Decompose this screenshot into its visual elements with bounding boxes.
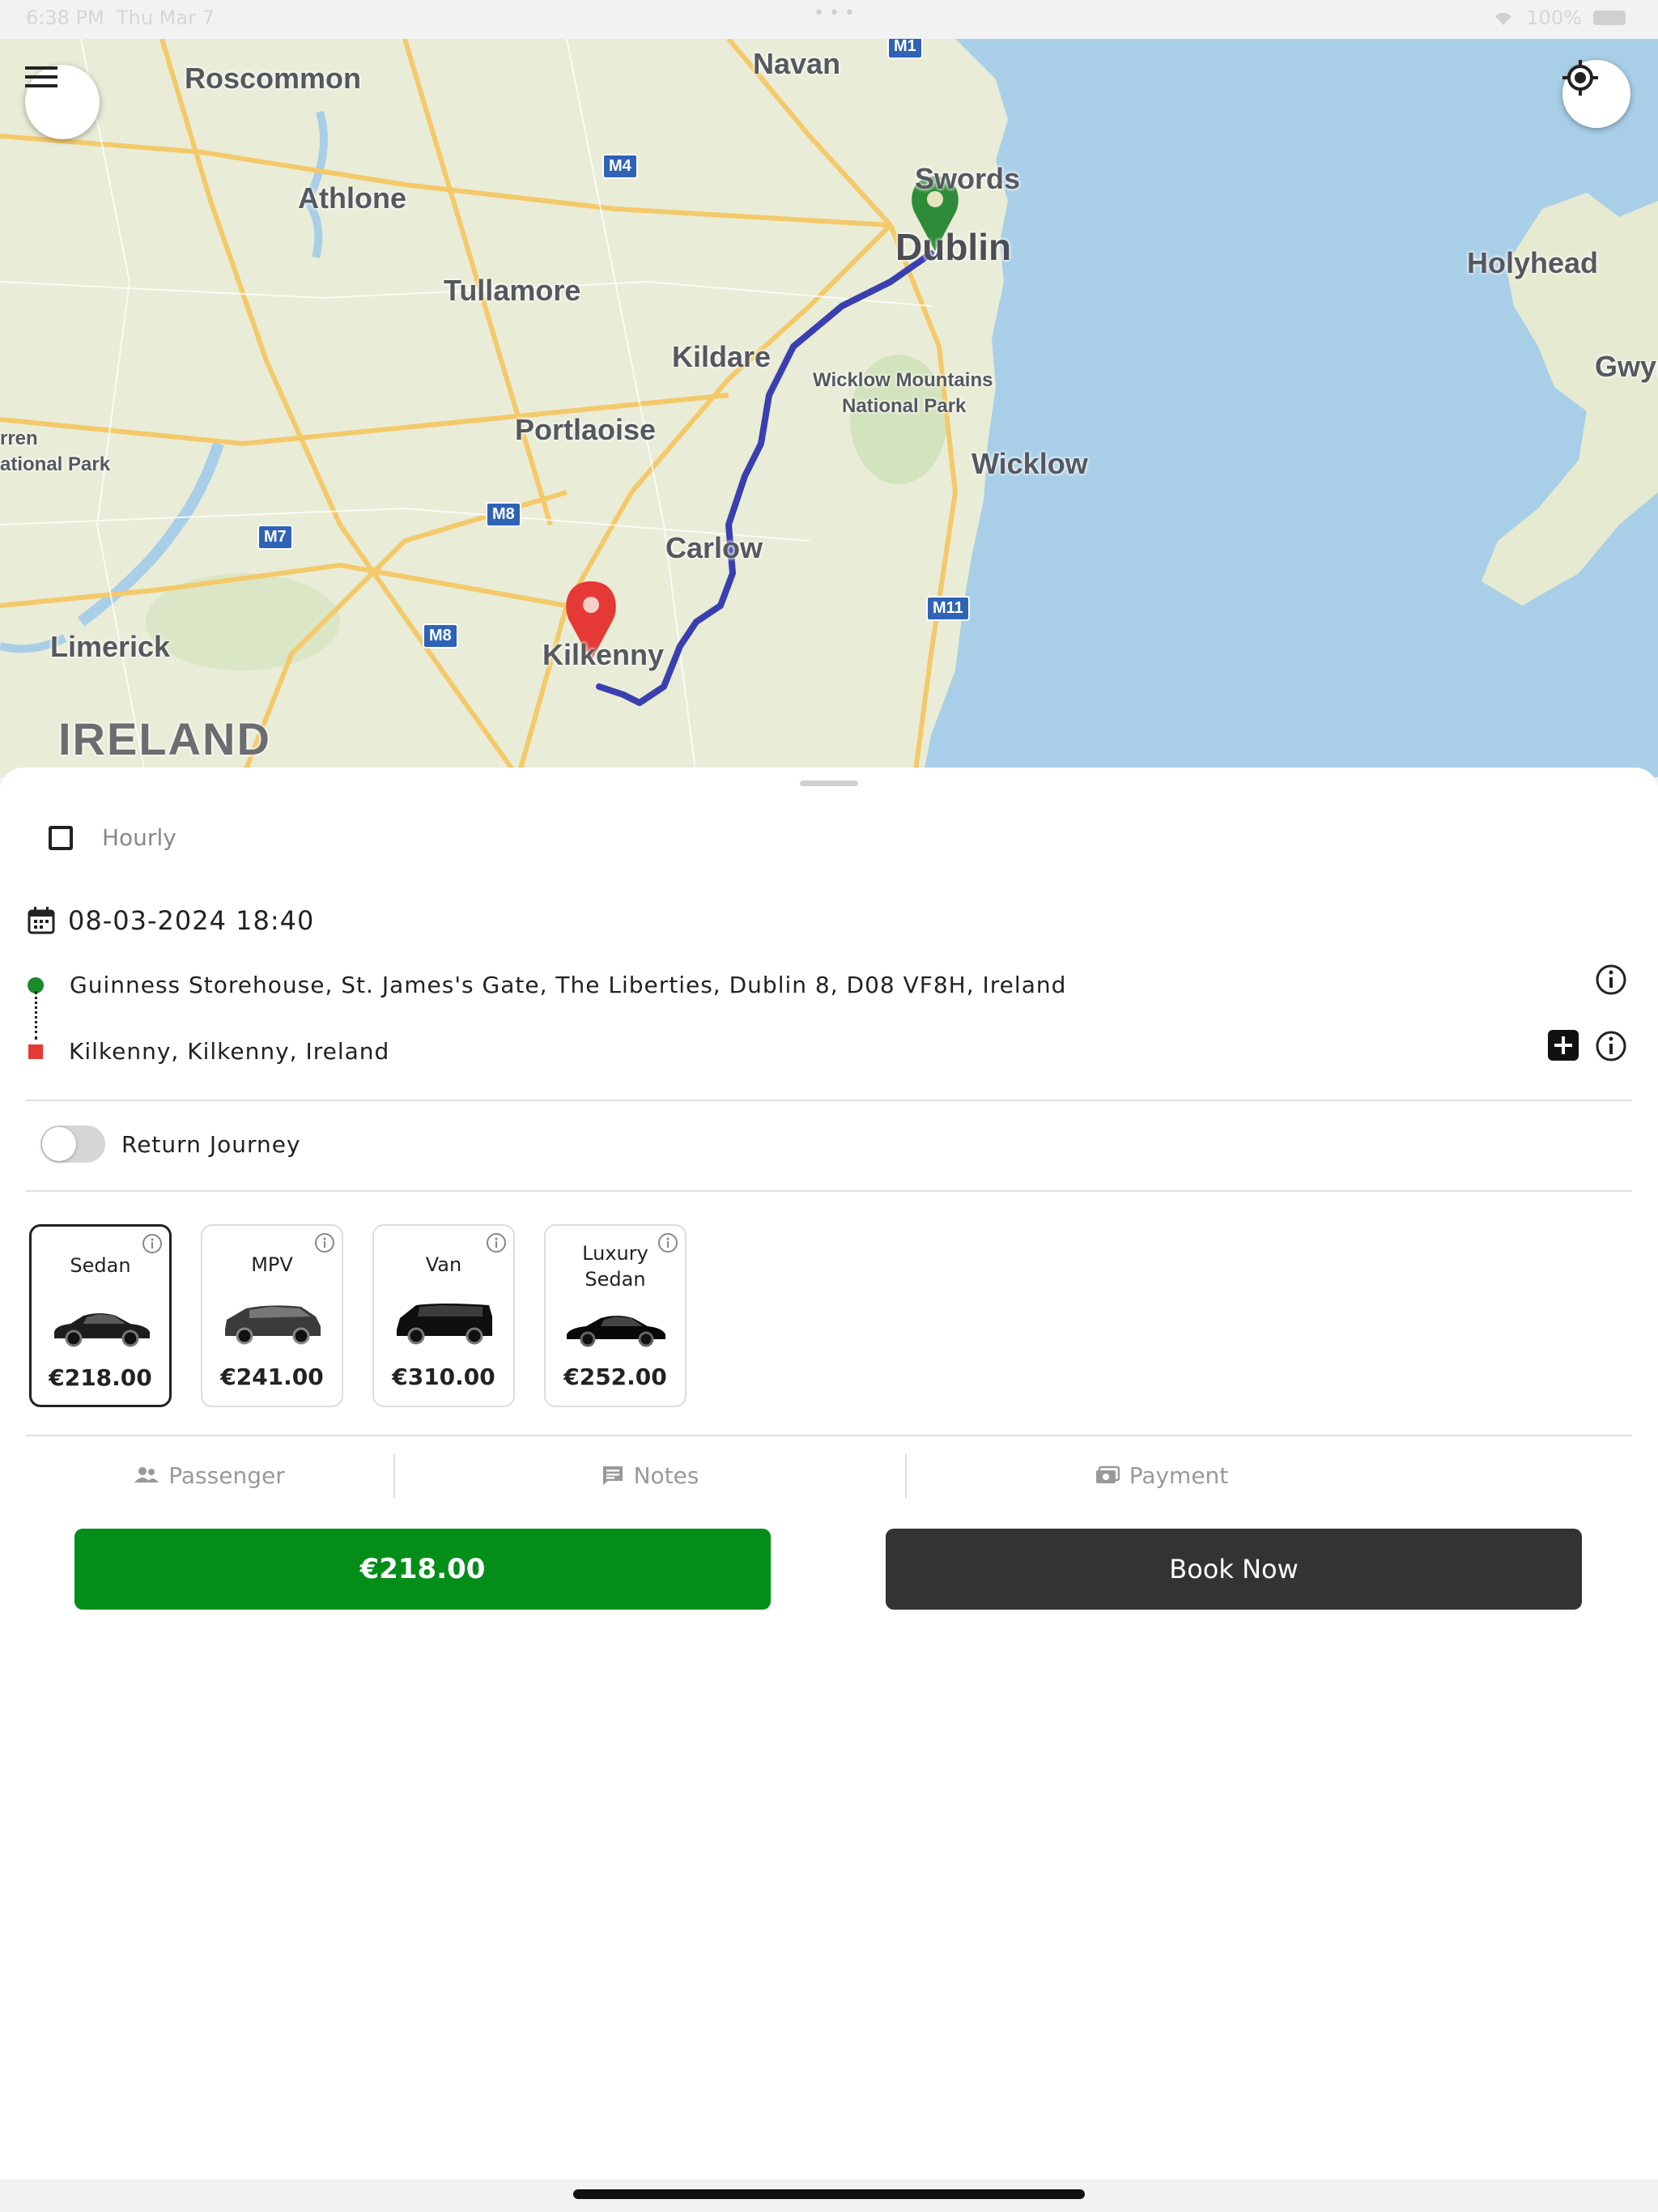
map-label-gwynedd: Gwyn bbox=[1595, 350, 1658, 383]
sedan-car-icon bbox=[54, 1313, 150, 1347]
map-label-roscommon: Roscommon bbox=[185, 62, 362, 95]
map-label-wicklow-mountains: Wicklow Mountains bbox=[813, 369, 993, 391]
map-label-tullamore: Tullamore bbox=[444, 274, 581, 307]
datetime-selector[interactable]: 08-03-2024 18:40 bbox=[28, 905, 314, 936]
map-canvas bbox=[0, 39, 1658, 777]
map-label-burren-park: ational Park bbox=[0, 453, 111, 475]
return-journey-label: Return Journey bbox=[121, 1130, 301, 1158]
sheet-grabber[interactable] bbox=[800, 781, 858, 786]
vehicle-card-van[interactable]: Van €310.00 bbox=[372, 1224, 515, 1407]
datetime-value: 08-03-2024 18:40 bbox=[68, 905, 315, 936]
tab-notes-label: Notes bbox=[633, 1461, 699, 1489]
hourly-option[interactable]: Hourly bbox=[49, 824, 176, 851]
people-icon bbox=[134, 1467, 159, 1482]
map-label-burren: rren bbox=[0, 428, 38, 449]
status-time-date: 6:38 PM Thu Mar 7 bbox=[26, 6, 215, 29]
map-label-kildare: Kildare bbox=[672, 340, 772, 373]
map-label-holyhead: Holyhead bbox=[1467, 246, 1599, 279]
hourly-checkbox[interactable] bbox=[49, 825, 73, 850]
map-label-athlone: Athlone bbox=[298, 181, 406, 215]
road-shield-m1: M1 bbox=[887, 39, 923, 59]
map-label-dublin: Dublin bbox=[895, 226, 1012, 268]
pickup-info-icon[interactable] bbox=[1595, 963, 1627, 996]
vehicle-info-icon[interactable] bbox=[486, 1232, 507, 1253]
route-connector bbox=[35, 991, 37, 1040]
vehicle-name: Sedan bbox=[70, 1254, 131, 1277]
tab-passenger[interactable]: Passenger bbox=[26, 1451, 393, 1499]
status-time: 6:38 PM bbox=[26, 6, 104, 29]
payment-icon bbox=[1095, 1465, 1120, 1483]
map-label-national-park: National Park bbox=[842, 395, 967, 417]
my-location-button[interactable] bbox=[1562, 60, 1630, 128]
map-label-limerick: Limerick bbox=[50, 630, 171, 663]
road-shield-m8-south: M8 bbox=[423, 623, 458, 649]
pickup-address: Guinness Storehouse, St. James's Gate, T… bbox=[70, 972, 1067, 998]
tab-payment[interactable]: Payment bbox=[907, 1451, 1417, 1499]
map-label-ireland: IRELAND bbox=[58, 713, 271, 764]
multitasking-dots: ••• bbox=[814, 3, 860, 23]
vehicle-name-line1: Luxury bbox=[582, 1242, 648, 1265]
dropoff-info-icon[interactable] bbox=[1595, 1030, 1627, 1062]
status-right: 100% bbox=[1492, 6, 1626, 29]
divider bbox=[26, 1190, 1632, 1192]
book-now-button[interactable]: Book Now bbox=[886, 1529, 1582, 1610]
vehicle-card-mpv[interactable]: MPV €241.00 bbox=[201, 1224, 343, 1407]
map-label-portlaoise: Portlaoise bbox=[515, 413, 657, 446]
map-label-wicklow: Wicklow bbox=[971, 447, 1088, 480]
vehicle-price: €241.00 bbox=[220, 1363, 324, 1390]
vehicle-name: Luxury Sedan bbox=[546, 1240, 685, 1292]
dropoff-address: Kilkenny, Kilkenny, Ireland bbox=[69, 1038, 390, 1065]
battery-percent: 100% bbox=[1526, 6, 1582, 29]
wifi-icon bbox=[1495, 12, 1512, 25]
vehicle-price: €218.00 bbox=[49, 1364, 152, 1391]
status-bar: 6:38 PM Thu Mar 7 ••• 100% bbox=[0, 0, 1658, 39]
add-stop-icon[interactable] bbox=[1548, 1030, 1579, 1061]
vehicle-info-icon[interactable] bbox=[314, 1232, 335, 1253]
battery-icon bbox=[1593, 11, 1626, 25]
booking-sheet: Hourly 08-03-2024 18:40 Guinness Storeho… bbox=[0, 768, 1658, 2180]
mpv-car-icon bbox=[225, 1305, 321, 1345]
status-date: Thu Mar 7 bbox=[116, 6, 215, 29]
tab-passenger-label: Passenger bbox=[168, 1461, 285, 1489]
divider bbox=[26, 1435, 1632, 1436]
map-label-navan: Navan bbox=[753, 47, 841, 80]
vehicle-name: Van bbox=[425, 1253, 462, 1276]
road-shield-m8-north: M8 bbox=[486, 502, 521, 527]
route-map[interactable]: Roscommon Navan Athlone Swords Dublin Ho… bbox=[0, 39, 1658, 777]
hamburger-menu-icon bbox=[25, 66, 57, 87]
return-journey-row: Return Journey bbox=[40, 1125, 301, 1163]
tab-notes[interactable]: Notes bbox=[395, 1451, 905, 1499]
home-indicator[interactable] bbox=[573, 2189, 1085, 2199]
details-tabs: Passenger Notes Payment bbox=[26, 1451, 1632, 1499]
road-shield-m11: M11 bbox=[926, 596, 970, 621]
map-label-kilkenny: Kilkenny bbox=[542, 638, 665, 671]
dropoff-square-icon bbox=[28, 1044, 43, 1059]
pickup-address-row[interactable]: Guinness Storehouse, St. James's Gate, T… bbox=[28, 972, 1066, 998]
van-icon bbox=[397, 1304, 492, 1345]
calendar-icon bbox=[28, 907, 55, 934]
vehicle-card-luxury-sedan[interactable]: Luxury Sedan €252.00 bbox=[544, 1224, 687, 1407]
hourly-label: Hourly bbox=[102, 824, 176, 851]
menu-button[interactable] bbox=[25, 65, 100, 139]
vehicle-info-icon[interactable] bbox=[142, 1233, 163, 1254]
divider bbox=[26, 1100, 1632, 1101]
return-journey-toggle[interactable] bbox=[40, 1125, 105, 1163]
notes-icon bbox=[602, 1466, 623, 1485]
map-label-carlow: Carlow bbox=[665, 531, 763, 564]
vehicle-price: €252.00 bbox=[563, 1363, 667, 1390]
crosshair-location-icon bbox=[1562, 60, 1598, 96]
vehicle-name: MPV bbox=[251, 1253, 293, 1276]
vehicle-name-line2: Sedan bbox=[585, 1268, 646, 1291]
map-label-swords: Swords bbox=[915, 162, 1021, 195]
tab-payment-label: Payment bbox=[1129, 1461, 1229, 1489]
luxury-sedan-car-icon bbox=[567, 1316, 665, 1347]
vehicle-price: €310.00 bbox=[392, 1363, 495, 1390]
road-shield-m7: M7 bbox=[257, 525, 293, 550]
vehicle-card-sedan[interactable]: Sedan €218.00 bbox=[29, 1224, 172, 1407]
dropoff-address-row[interactable]: Kilkenny, Kilkenny, Ireland bbox=[28, 1038, 389, 1065]
road-shield-m4: M4 bbox=[602, 154, 638, 179]
fare-price-button[interactable]: €218.00 bbox=[74, 1529, 771, 1610]
